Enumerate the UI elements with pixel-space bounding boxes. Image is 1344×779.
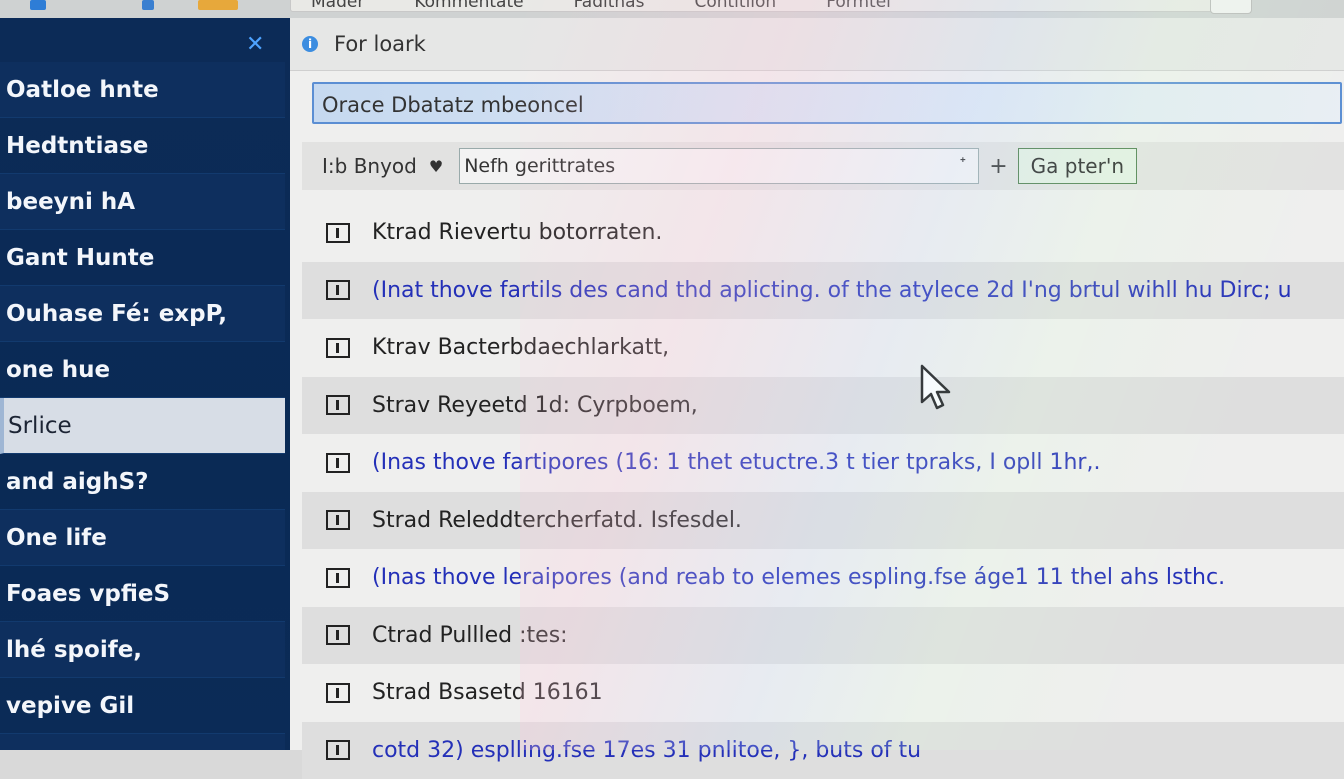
filter-label: I:b Bnyod (322, 154, 417, 178)
panel-title: For loark (334, 32, 426, 56)
go-button[interactable]: Ga pter'n (1018, 148, 1137, 184)
close-icon[interactable]: ✕ (246, 34, 264, 56)
list-item[interactable]: Strav Reyeetd 1d: Cyrpboem, (302, 377, 1344, 435)
app-icon[interactable] (30, 0, 46, 10)
row-text: Ktrad Rievertu botorraten. (372, 220, 662, 245)
panel-header: i For loark (290, 18, 1344, 71)
row-text: Strad Bsasetd 16161 (372, 680, 603, 705)
list-item[interactable]: cotd 32) esplling.fse 17es 31 pnlitoe, }… (302, 722, 1344, 779)
menu-item[interactable]: Contitlion (694, 0, 776, 12)
row-checkbox[interactable] (326, 280, 350, 300)
result-list: Ktrad Rievertu botorraten. (Inat thove f… (302, 204, 1344, 779)
list-item[interactable]: (Inat thove fartils des cand thd aplicti… (302, 262, 1344, 320)
row-checkbox[interactable] (326, 625, 350, 645)
row-link-text[interactable]: (Inas thove fartipores (16: 1 thet etuct… (372, 450, 1100, 475)
list-item[interactable]: Strad Releddtercherfatd. Isfesdel. (302, 492, 1344, 550)
filter-select-value: Nefh gerittrates (464, 155, 615, 177)
list-item[interactable]: (Inas thove leraipores (and reab to elem… (302, 549, 1344, 607)
row-text: Ktrav Bacterbdaechlarkatt, (372, 335, 669, 360)
sidebar-item[interactable]: Ouhase Fé: expP, (0, 286, 285, 342)
heart-icon[interactable]: ♥ (429, 157, 443, 176)
menu-strip: Mader Kommentate Faditnas Contitlion For… (290, 0, 1217, 12)
row-checkbox[interactable] (326, 223, 350, 243)
sidebar-item[interactable]: Oatloe hnte (0, 62, 285, 118)
row-text: Strad Releddtercherfatd. Isfesdel. (372, 508, 742, 533)
row-link-text[interactable]: cotd 32) esplling.fse 17es 31 pnlitoe, }… (372, 738, 921, 763)
sidebar-item-selected[interactable]: Srlice (0, 398, 285, 454)
sidebar-item[interactable]: vepive Gil (0, 678, 285, 734)
dropdown-arrow-icon[interactable]: ᐩ (959, 153, 966, 174)
row-link-text[interactable]: (Inas thove leraipores (and reab to elem… (372, 565, 1225, 590)
sidebar-item[interactable]: and aighS? (0, 454, 285, 510)
sidebar-item[interactable]: Foaes vpfieS (0, 566, 285, 622)
sidebar-item[interactable]: one hue (0, 342, 285, 398)
toolbar-icon[interactable] (142, 0, 154, 10)
sidebar-item[interactable]: Gant Hunte (0, 230, 285, 286)
info-icon: i (302, 36, 318, 52)
list-item[interactable]: Ktrav Bacterbdaechlarkatt, (302, 319, 1344, 377)
row-checkbox[interactable] (326, 740, 350, 760)
row-text: Strav Reyeetd 1d: Cyrpboem, (372, 393, 698, 418)
sidebar-item[interactable]: Hedtntiase (0, 118, 285, 174)
filter-select[interactable]: Nefh gerittrates ᐩ (459, 148, 979, 184)
menu-item[interactable]: Mader (311, 0, 364, 12)
sidebar-item[interactable]: beeyni hA (0, 174, 285, 230)
menu-item[interactable]: Kommentate (414, 0, 523, 12)
row-checkbox[interactable] (326, 510, 350, 530)
row-checkbox[interactable] (326, 683, 350, 703)
toolbar-icon[interactable] (198, 0, 238, 10)
row-checkbox[interactable] (326, 453, 350, 473)
menu-item[interactable]: Formtel (826, 0, 891, 12)
row-checkbox[interactable] (326, 568, 350, 588)
add-icon[interactable]: + (989, 154, 1007, 179)
menu-item[interactable]: Faditnas (574, 0, 645, 12)
top-menu-bar: Mader Kommentate Faditnas Contitlion For… (0, 0, 1344, 19)
filter-bar: I:b Bnyod ♥ Nefh gerittrates ᐩ + Ga pter… (302, 142, 1344, 190)
sidebar: ✕ Oatloe hnte Hedtntiase beeyni hA Gant … (0, 18, 290, 750)
sidebar-item[interactable]: lhé spoife, (0, 622, 285, 678)
path-input[interactable]: Orace Dbatatz mbeoncel (312, 82, 1342, 124)
list-item[interactable]: (Inas thove fartipores (16: 1 thet etuct… (302, 434, 1344, 492)
list-item[interactable]: Ctrad Pullled :tes: (302, 607, 1344, 665)
filter-glyph-icon: I:b (322, 154, 354, 178)
main-panel: i For loark Orace Dbatatz mbeoncel I:b B… (290, 18, 1344, 750)
sidebar-list: Oatloe hnte Hedtntiase beeyni hA Gant Hu… (0, 62, 285, 750)
list-item[interactable]: Ktrad Rievertu botorraten. (302, 204, 1344, 262)
row-checkbox[interactable] (326, 338, 350, 358)
row-text: Ctrad Pullled :tes: (372, 623, 568, 648)
mouse-cursor-icon (920, 364, 952, 412)
toolbar-button[interactable] (1210, 0, 1252, 14)
row-link-text[interactable]: (Inat thove fartils des cand thd aplicti… (372, 278, 1292, 303)
list-item[interactable]: Strad Bsasetd 16161 (302, 664, 1344, 722)
row-checkbox[interactable] (326, 395, 350, 415)
sidebar-item[interactable]: Dourajian (0, 734, 285, 750)
sidebar-item[interactable]: One life (0, 510, 285, 566)
